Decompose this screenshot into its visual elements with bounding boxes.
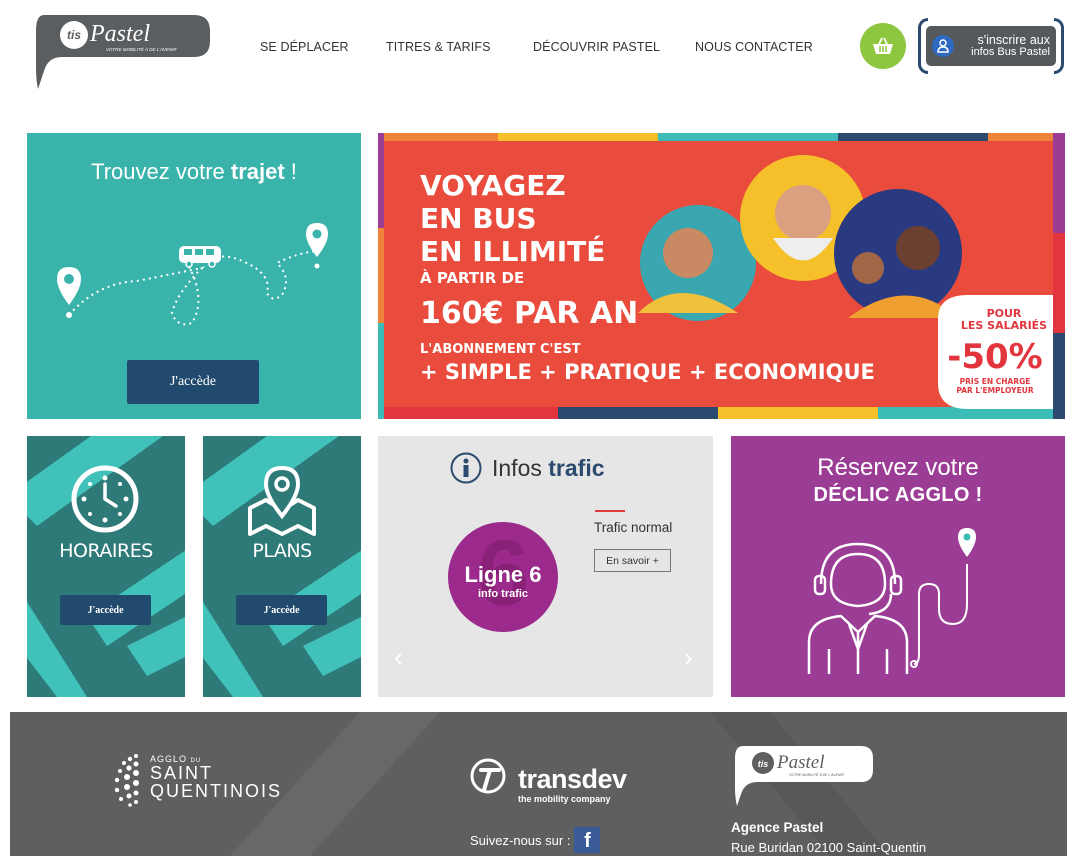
- svg-text:Pastel: Pastel: [776, 752, 825, 773]
- nav-titres-tarifs[interactable]: TITRES & TARIFS: [386, 40, 491, 54]
- call-agent-illustration: [807, 528, 976, 674]
- pastel-logo[interactable]: tis Pastel VOTRE MOBILITÉ À DE L'AVENIR: [34, 11, 210, 91]
- basket-icon: [873, 37, 893, 54]
- map-pin-icon: [958, 528, 976, 557]
- trafic-title: Infos trafic: [492, 454, 605, 481]
- subscribe-bus-info[interactable]: s'inscrire aux infos Bus Pastel: [918, 18, 1064, 74]
- site-footer: AGGLO DU SAINT QUENTINOIS transdev the m…: [10, 712, 1067, 856]
- banner-line1: VOYAGEZ: [420, 169, 566, 202]
- line-label: Ligne 6: [464, 562, 542, 587]
- svg-text:tis: tis: [758, 759, 769, 769]
- follow-label: Suivez-nous sur :: [470, 832, 571, 848]
- nav-decouvrir-pastel[interactable]: DÉCOUVRIR PASTEL: [533, 40, 660, 54]
- tile-declic-agglo[interactable]: Réservez votre DÉCLIC AGGLO !: [731, 436, 1065, 697]
- svg-text:tis: tis: [67, 28, 81, 42]
- logo-brand: Pastel: [89, 21, 150, 47]
- line-sub: info trafic: [477, 588, 529, 600]
- banner-line2: EN BUS: [420, 202, 537, 235]
- transdev-logo-icon: [470, 758, 506, 794]
- tile-infos-trafic[interactable]: Infos trafic 6 Ligne 6 info trafic Trafi…: [378, 436, 713, 697]
- transdev-tagline: the mobility company: [518, 794, 611, 804]
- trajet-access-button[interactable]: J'accède: [127, 360, 259, 404]
- banner-line6: L'ABONNEMENT C'EST: [420, 342, 581, 357]
- tile-plans[interactable]: PLANS J'accède: [203, 436, 361, 697]
- nav-nous-contacter[interactable]: NOUS CONTACTER: [695, 40, 813, 54]
- subscribe-line2: infos Bus Pastel: [971, 45, 1050, 58]
- banner-line3: EN ILLIMITÉ: [420, 234, 605, 268]
- promo-banner[interactable]: VOYAGEZ EN BUS EN ILLIMITÉ À PARTIR DE 1…: [378, 133, 1065, 419]
- agglo-logo-text: AGGLO DU SAINT QUENTINOIS: [150, 754, 283, 801]
- tile-trouver-trajet[interactable]: Trouvez votre trajet ! J'accède: [27, 133, 361, 419]
- map-pin-icon: [306, 223, 328, 269]
- banner-text: VOYAGEZ EN BUS EN ILLIMITÉ À PARTIR DE 1…: [420, 169, 1047, 395]
- badge-bottom: PRIS EN CHARGE: [960, 377, 1031, 386]
- map-icon: [248, 465, 316, 536]
- banner-line7: + SIMPLE + PRATIQUE + ECONOMIQUE: [420, 360, 875, 384]
- nav-se-deplacer[interactable]: SE DÉPLACER: [260, 40, 349, 54]
- transdev-logo-text: transdev: [518, 764, 627, 794]
- declic-line1: Réservez votre: [817, 454, 979, 481]
- banner-line5: 160€ PAR AN: [420, 296, 638, 331]
- divider: [595, 510, 625, 512]
- logo-tagline: VOTRE MOBILITÉ À DE L'AVENIR: [106, 46, 177, 52]
- subscribe-line1: s'inscrire aux: [977, 32, 1050, 47]
- en-savoir-plus-button[interactable]: En savoir +: [594, 549, 671, 572]
- plans-access-button[interactable]: J'accède: [236, 595, 327, 625]
- agglo-logo-dots: [114, 754, 139, 807]
- cart-button[interactable]: [860, 23, 906, 69]
- plans-label: PLANS: [252, 540, 312, 562]
- line-6-badge[interactable]: 6 Ligne 6 info trafic: [448, 522, 558, 632]
- map-pin-icon: [57, 267, 81, 318]
- badge-bottom2: PAR L'EMPLOYEUR: [956, 386, 1033, 395]
- svg-text:VOTRE MOBILITÉ À DE L'AVENIR: VOTRE MOBILITÉ À DE L'AVENIR: [789, 772, 844, 777]
- clock-icon: [71, 465, 139, 533]
- badge-percent: -50%: [947, 337, 1043, 377]
- user-icon: [932, 35, 954, 57]
- route-illustration: [57, 223, 328, 326]
- banner-line4: À PARTIR DE: [420, 268, 524, 287]
- agence-name: Agence Pastel: [731, 820, 824, 835]
- headset-agent-icon: [807, 542, 909, 674]
- carousel-prev-icon[interactable]: ‹: [394, 642, 403, 673]
- badge-top2: LES SALARIÉS: [961, 319, 1047, 332]
- tile-horaires[interactable]: HORAIRES J'accède: [27, 436, 185, 697]
- trafic-status: Trafic normal: [594, 520, 673, 535]
- facebook-icon[interactable]: f: [574, 827, 601, 853]
- follow-us: Suivez-nous sur : f: [470, 827, 601, 853]
- carousel-next-icon[interactable]: ›: [684, 642, 693, 673]
- horaires-access-button[interactable]: J'accède: [60, 595, 151, 625]
- declic-line2: DÉCLIC AGGLO !: [813, 484, 983, 506]
- bus-icon: [179, 246, 221, 268]
- pastel-footer-logo: tis Pastel VOTRE MOBILITÉ À DE L'AVENIR: [735, 746, 873, 806]
- horaires-label: HORAIRES: [59, 540, 153, 562]
- info-icon: [450, 452, 482, 484]
- agence-address: Rue Buridan 02100 Saint-Quentin: [731, 840, 927, 855]
